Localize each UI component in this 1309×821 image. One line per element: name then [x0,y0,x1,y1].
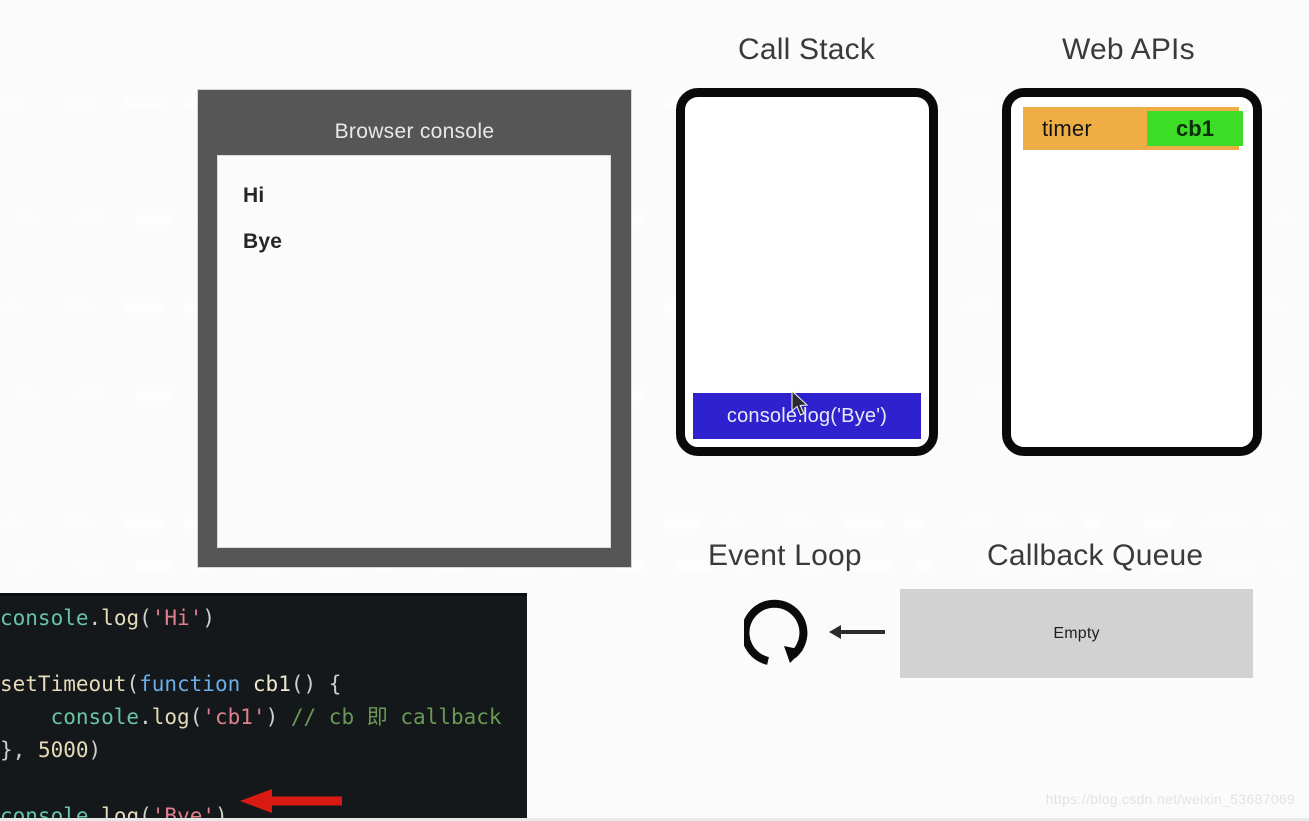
browser-console-window: Browser console Hi Bye [198,90,631,567]
code-token: ) [202,606,215,630]
code-token: log [101,606,140,630]
code-token: ( [189,705,203,729]
code-token: ( [139,606,152,630]
code-token: 'Hi' [151,606,203,630]
code-token: setTimeout [0,672,127,696]
code-token: 'cb1' [202,705,266,729]
web-apis-heading: Web APIs [1062,33,1195,66]
code-token: function [139,672,241,696]
call-stack-panel: console.log('Bye') [676,88,938,456]
code-token: console [0,606,89,630]
code-token: // cb 即 callback [290,705,502,729]
call-stack-heading: Call Stack [738,33,876,66]
web-api-callback-badge: cb1 [1147,111,1243,146]
code-line: }, 5000) [0,734,527,767]
code-line: console.log('Hi') [0,602,527,635]
code-token: }, [0,738,38,762]
console-log-line: Hi [243,184,265,207]
code-token: ( [126,672,140,696]
browser-console-title: Browser console [334,120,495,143]
browser-console-output: Hi Bye [217,155,611,548]
web-apis-panel: timer cb1 [1002,88,1262,456]
left-arrow-icon [829,625,885,639]
circular-arrow-icon [744,599,808,665]
code-token: . [139,705,152,729]
red-left-arrow-icon [240,789,342,813]
code-token: cb1 [252,672,291,696]
web-api-timer-row[interactable]: timer cb1 [1023,107,1243,150]
event-loop-heading: Event Loop [708,539,862,572]
web-api-timer-label: timer [1042,115,1092,141]
code-editor[interactable]: console.log('Hi') setTimeout(function cb… [0,593,527,821]
console-log-line: Bye [243,230,283,253]
call-stack-frame-label: console.log('Bye') [726,404,888,427]
code-line: setTimeout(function cb1() { [0,668,527,701]
call-stack-frame[interactable]: console.log('Bye') [693,393,921,439]
callback-queue-status: Empty [1053,624,1100,642]
code-token: ) [265,705,279,729]
code-line: console.log('cb1') // cb 即 callback [0,701,527,734]
code-token: log [151,705,190,729]
code-token: console [50,705,140,729]
code-token: () { [290,672,342,696]
code-token: ) [88,738,102,762]
callback-queue-heading: Callback Queue [987,539,1204,572]
callback-queue-box: Empty [900,589,1253,678]
code-token: 5000 [37,738,89,762]
watermark: https://blog.csdn.net/weixin_53687069 [1045,791,1295,807]
code-token: . [88,606,102,630]
